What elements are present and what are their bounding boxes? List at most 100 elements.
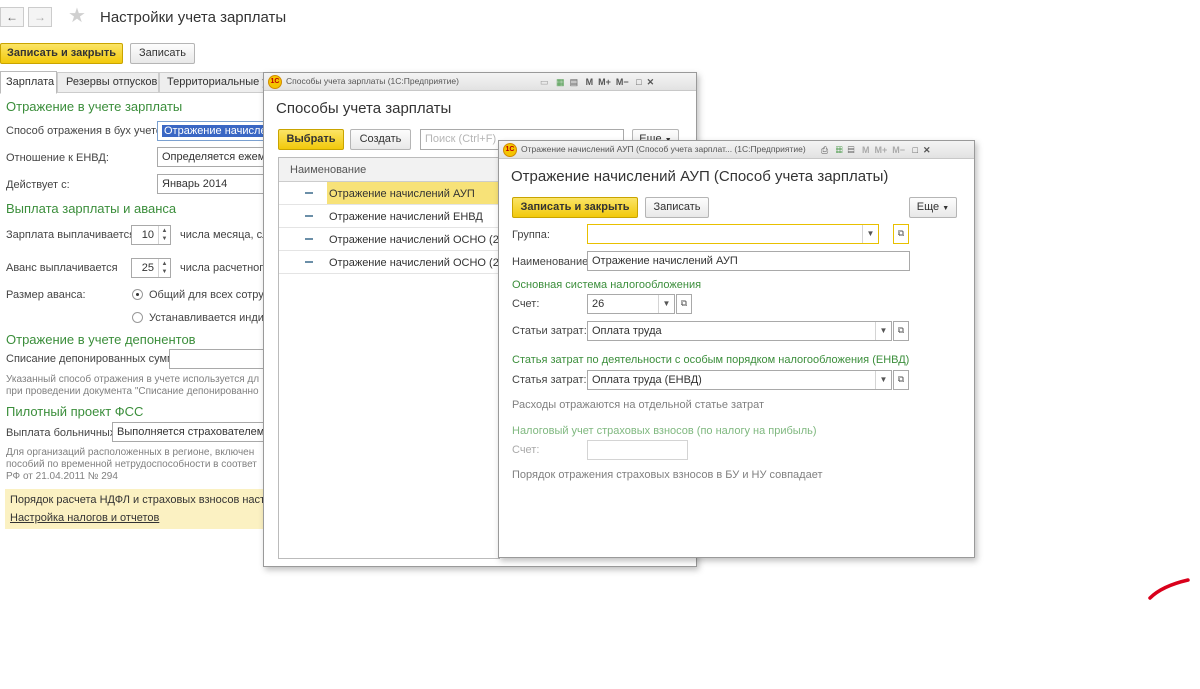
item-window: 1С Отражение начислений АУП (Способ учет… [498, 140, 975, 558]
triangle-down-icon[interactable]: ▼ [862, 225, 878, 243]
open-form-icon[interactable]: ⧉ [893, 224, 909, 244]
note-deponents-1: Указанный способ отражения в учете испол… [6, 374, 260, 385]
radio-individual-label: Устанавливается индива [149, 312, 276, 324]
account-label: Счет: [512, 298, 540, 310]
cost-value: Оплата труда [592, 325, 662, 337]
item-window-title: Отражение начислений АУП (Способ учета з… [511, 168, 889, 185]
insurance-note: Порядок отражения страховых взносов в БУ… [512, 469, 823, 481]
list-window-title: Способы учета зарплаты [276, 100, 452, 117]
valid-from-field[interactable]: Январь 2014 [157, 174, 267, 194]
method-label: Способ отражения в бух учете: [6, 125, 166, 137]
spinner-icon[interactable]: ▲ ▼ [158, 226, 170, 244]
advance-size-label: Размер аванса: [6, 289, 86, 301]
memory-minus-icon[interactable]: M− [616, 77, 629, 87]
save-close-button[interactable]: Записать и закрыть [0, 43, 123, 64]
method-value: Отражение начислени [162, 125, 266, 137]
calculator-icon[interactable]: ▦ [556, 77, 565, 87]
back-button[interactable]: ← [0, 7, 24, 27]
table-row[interactable]: Отражение начислений ЕНВД [279, 205, 499, 228]
cost2-value: Оплата труда (ЕНВД) [592, 374, 702, 386]
open-form-icon[interactable]: ⧉ [893, 370, 909, 390]
open-form-icon[interactable]: ⧉ [676, 294, 692, 314]
advance-label: Аванс выплачивается [6, 262, 118, 274]
list-window-titlebar: 1С Способы учета зарплаты (1С:Предприяти… [264, 73, 696, 91]
close-icon[interactable]: ✕ [647, 77, 655, 87]
memory-icon[interactable]: M [586, 77, 594, 87]
radio-common[interactable] [132, 289, 143, 300]
memory-plus-icon[interactable]: M+ [598, 77, 611, 87]
tab-territorial[interactable]: Территориальные ус [159, 72, 269, 93]
name-label: Наименование: [512, 256, 592, 268]
triangle-down-icon[interactable]: ▼ [658, 295, 674, 313]
memory-plus-icon[interactable]: M+ [874, 145, 887, 155]
envd-field[interactable]: Определяется ежеме [157, 147, 267, 167]
sick-label: Выплата больничных: [6, 427, 119, 439]
item-more-button[interactable]: Еще ▼ [909, 197, 957, 218]
note-deponents-2: при проведении документа "Списание депон… [6, 386, 259, 397]
salary-day-field[interactable]: 10 ▲ ▼ [131, 225, 171, 245]
open-form-icon[interactable]: ⧉ [893, 321, 909, 341]
star-icon[interactable]: ★ [68, 5, 86, 27]
group-field[interactable]: ▼ [587, 224, 879, 244]
item-save-button[interactable]: Записать [645, 197, 709, 218]
memory-icon[interactable]: M [862, 145, 870, 155]
spinner-icon[interactable]: ▲ ▼ [158, 259, 170, 277]
item-window-titlebar: 1С Отражение начислений АУП (Способ учет… [499, 141, 974, 159]
select-button[interactable]: Выбрать [278, 129, 344, 150]
list-header[interactable]: Наименование [279, 158, 499, 182]
item-save-close-button[interactable]: Записать и закрыть [512, 197, 638, 218]
close-icon[interactable]: ✕ [923, 145, 931, 155]
item-window-caption: Отражение начислений АУП (Способ учета з… [521, 144, 806, 154]
calculator-icon[interactable]: ▦ [836, 145, 843, 155]
tab-vacation-reserves[interactable]: Резервы отпусков [57, 72, 159, 93]
link-icon[interactable]: ⎙ [821, 145, 828, 155]
list-table: Наименование Отражение начислений АУП От… [278, 157, 509, 559]
tax-settings-link[interactable]: Настройка налогов и отчетов [10, 512, 159, 524]
maximize-icon[interactable]: □ [913, 145, 918, 155]
calendar-icon[interactable]: ▤ [848, 145, 855, 155]
cost-field[interactable]: Оплата труда ▼ [587, 321, 892, 341]
app-logo-icon: 1С [268, 75, 282, 89]
row-name: Отражение начислений ОСНО (26) [329, 257, 509, 269]
cost2-field[interactable]: Оплата труда (ЕНВД) ▼ [587, 370, 892, 390]
triangle-down-icon[interactable]: ▼ [875, 371, 891, 389]
item-window-toolbar-icons[interactable]: ⎙ ▦ ▤ M M+ M− □ ✕ [821, 143, 931, 157]
method-field[interactable]: Отражение начислени [157, 121, 267, 141]
forward-button[interactable]: → [28, 7, 52, 27]
table-row[interactable]: Отражение начислений АУП [279, 182, 499, 205]
row-name: Отражение начислений ОСНО (20 с [329, 234, 499, 246]
section-main-tax-title: Основная система налогообложения [512, 279, 702, 291]
search-placeholder: Поиск (Ctrl+F) [425, 133, 497, 145]
sick-field[interactable]: Выполняется страхователем (о [112, 422, 267, 442]
advance-day-field[interactable]: 25 ▲ ▼ [131, 258, 171, 278]
deposit-field[interactable] [169, 349, 267, 369]
radio-individual[interactable] [132, 312, 143, 323]
section-envd-title: Статья затрат по деятельности с особым п… [512, 354, 910, 366]
account2-field [587, 440, 688, 460]
column-name-header: Наименование [290, 164, 367, 176]
table-row[interactable]: Отражение начислений ОСНО (20 с [279, 228, 499, 251]
tab-salary[interactable]: Зарплата [0, 71, 57, 94]
more-label: Еще [916, 201, 940, 213]
salary-day-value: 10 [141, 229, 154, 241]
arrow-left-icon: ← [6, 10, 18, 24]
account2-label: Счет: [512, 444, 540, 456]
triangle-down-icon[interactable]: ▼ [875, 322, 891, 340]
name-field[interactable]: Отражение начислений АУП [587, 251, 910, 271]
create-button[interactable]: Создать [350, 129, 411, 150]
account-field[interactable]: 26 ▼ [587, 294, 675, 314]
cost2-label: Статья затрат: [512, 374, 587, 386]
table-row[interactable]: Отражение начислений ОСНО (26) [279, 251, 509, 274]
maximize-icon[interactable]: □ [636, 77, 641, 87]
save-button[interactable]: Записать [130, 43, 195, 64]
link-icon[interactable]: ▭ [540, 77, 549, 87]
salary-suffix: числа месяца, сл [180, 229, 269, 241]
calendar-icon[interactable]: ▤ [570, 77, 579, 87]
item-icon [305, 238, 313, 240]
list-window-toolbar-icons[interactable]: ▭ ▦ ▤ M M+ M− □ ✕ [540, 75, 654, 89]
section-payment-title: Выплата зарплаты и аванса [6, 201, 177, 216]
arrow-right-icon: → [34, 10, 46, 24]
memory-minus-icon[interactable]: M− [892, 145, 905, 155]
radio-common-label: Общий для всех сотруд [149, 289, 270, 301]
row-name: Отражение начислений ЕНВД [329, 211, 483, 223]
